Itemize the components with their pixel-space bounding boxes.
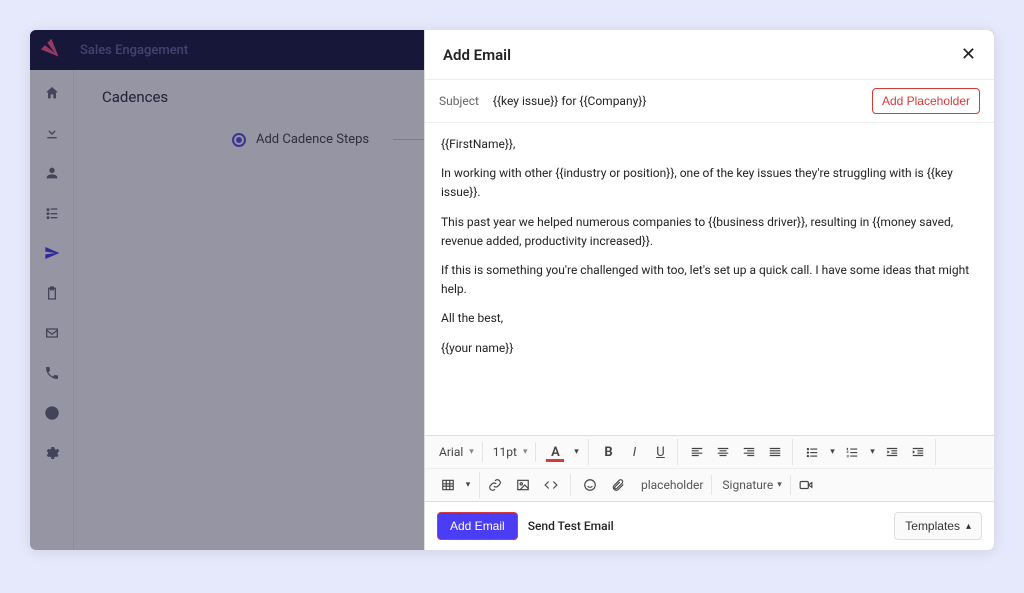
italic-button[interactable]: I [621, 439, 647, 465]
panel-title: Add Email [443, 46, 511, 64]
indent-icon[interactable] [905, 439, 931, 465]
modal-overlay: Add Email ✕ Subject {{key issue}} for {{… [30, 30, 994, 550]
templates-label: Templates [905, 519, 960, 533]
align-left-icon[interactable] [684, 439, 710, 465]
signature-button[interactable]: Signature ▾ [714, 475, 790, 495]
add-placeholder-button[interactable]: Add Placeholder [872, 88, 980, 114]
close-icon[interactable]: ✕ [961, 44, 976, 65]
placeholder-button[interactable]: placeholder [633, 475, 712, 495]
chevron-down-icon[interactable]: ▾ [461, 472, 475, 498]
table-icon[interactable] [435, 472, 461, 498]
underline-button[interactable]: U [647, 439, 673, 465]
chevron-down-icon[interactable]: ▾ [568, 439, 584, 465]
signature-label: Signature [722, 478, 773, 492]
subject-label: Subject [439, 94, 479, 108]
font-size-select[interactable]: 11pt ▾ [485, 442, 537, 462]
align-justify-icon[interactable] [762, 439, 788, 465]
bold-button[interactable]: B [595, 439, 621, 465]
font-family-value: Arial [439, 445, 463, 459]
font-family-select[interactable]: Arial ▾ [431, 442, 483, 462]
body-line: If this is something you're challenged w… [441, 261, 978, 299]
align-right-icon[interactable] [736, 439, 762, 465]
toolbar-row-1: Arial ▾ 11pt ▾ A ▾ B I U [425, 436, 994, 468]
divider [570, 474, 571, 496]
body-line: In working with other {{industry or posi… [441, 164, 978, 202]
image-icon[interactable] [510, 472, 536, 498]
toolbar-row-2: ▾ placeholder Signature ▾ [425, 468, 994, 501]
app-shell: Sales Engagement Cadences Add Cadence St… [30, 30, 994, 550]
editor-toolbar: Arial ▾ 11pt ▾ A ▾ B I U [425, 435, 994, 502]
body-line: {{FirstName}}, [441, 135, 978, 154]
body-line: All the best, [441, 309, 978, 328]
link-icon[interactable] [482, 472, 508, 498]
attachment-icon[interactable] [605, 472, 631, 498]
subject-row: Subject {{key issue}} for {{Company}} Ad… [425, 80, 994, 123]
align-center-icon[interactable] [710, 439, 736, 465]
panel-footer: Add Email Send Test Email Templates ▴ [425, 502, 994, 550]
add-email-button[interactable]: Add Email [437, 512, 518, 540]
text-color-button[interactable]: A [542, 439, 568, 465]
add-email-panel: Add Email ✕ Subject {{key issue}} for {{… [424, 30, 994, 550]
chevron-down-icon: ▾ [469, 447, 474, 457]
footer-left: Add Email Send Test Email [437, 512, 614, 540]
chevron-down-icon: ▾ [523, 447, 528, 457]
chevron-up-icon: ▴ [966, 521, 971, 532]
chevron-down-icon[interactable]: ▾ [825, 439, 839, 465]
code-icon[interactable] [538, 472, 564, 498]
bullet-list-icon[interactable] [799, 439, 825, 465]
send-test-button[interactable]: Send Test Email [528, 519, 614, 533]
chevron-down-icon[interactable]: ▾ [865, 439, 879, 465]
emoji-icon[interactable] [577, 472, 603, 498]
numbered-list-icon[interactable] [839, 439, 865, 465]
templates-button[interactable]: Templates ▴ [894, 512, 982, 540]
body-line: This past year we helped numerous compan… [441, 213, 978, 251]
panel-header: Add Email ✕ [425, 30, 994, 80]
subject-input[interactable]: {{key issue}} for {{Company}} [493, 94, 858, 108]
outdent-icon[interactable] [879, 439, 905, 465]
email-body-editor[interactable]: {{FirstName}}, In working with other {{i… [425, 123, 994, 435]
video-icon[interactable] [793, 472, 819, 498]
font-size-value: 11pt [493, 445, 517, 459]
body-line: {{your name}} [441, 339, 978, 358]
chevron-down-icon: ▾ [777, 480, 782, 490]
